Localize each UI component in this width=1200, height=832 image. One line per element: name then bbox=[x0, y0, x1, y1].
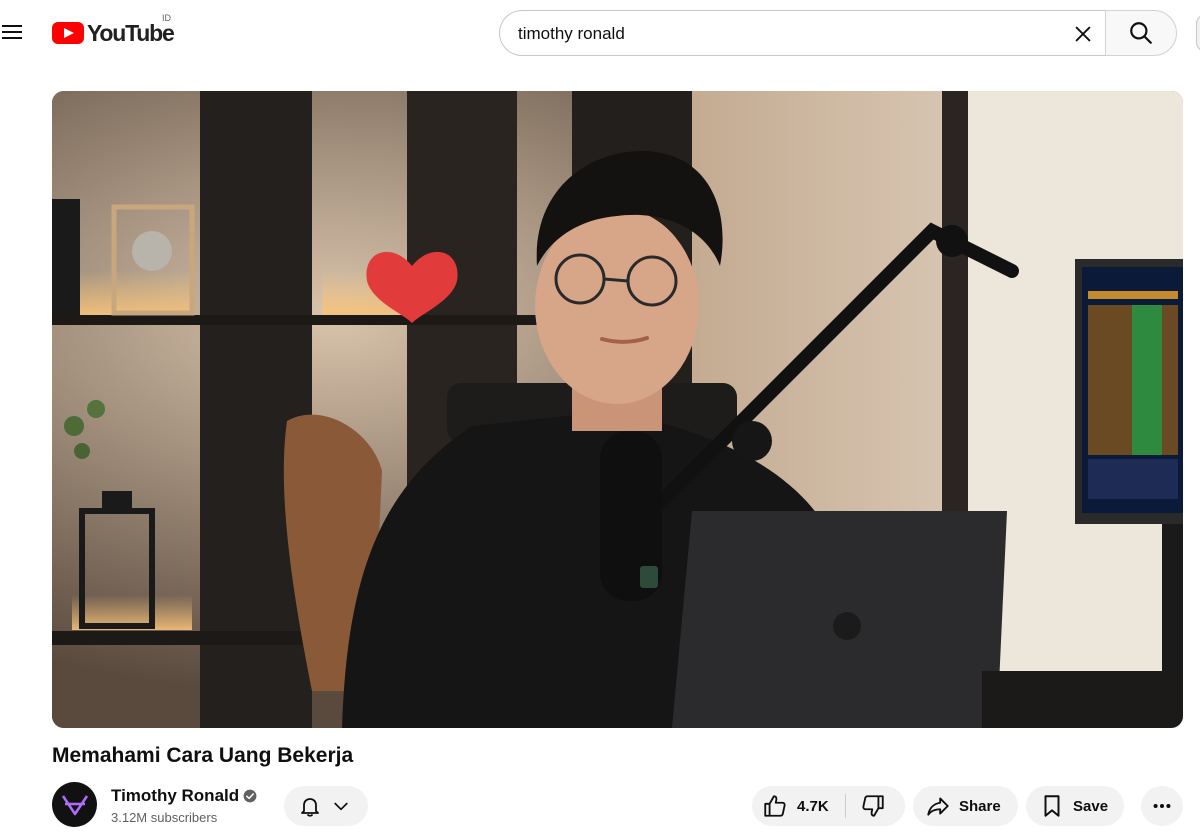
share-label: Share bbox=[959, 797, 1001, 815]
subscriber-count: 3.12M subscribers bbox=[111, 810, 218, 825]
thumb-up-icon bbox=[764, 795, 786, 817]
youtube-logo[interactable]: YouTube ID bbox=[52, 13, 175, 48]
voice-search-button[interactable] bbox=[1196, 14, 1200, 52]
channel-logo-icon bbox=[61, 794, 88, 815]
video-title: Memahami Cara Uang Bekerja bbox=[52, 744, 354, 767]
like-count: 4.7K bbox=[797, 797, 829, 815]
youtube-logo-icon bbox=[52, 22, 84, 44]
country-code: ID bbox=[162, 13, 171, 23]
video-player[interactable] bbox=[52, 91, 1183, 728]
logo-wordmark: YouTube bbox=[87, 19, 175, 46]
save-icon bbox=[1044, 795, 1060, 817]
like-button[interactable]: 4.7K bbox=[752, 786, 845, 826]
chevron-down-icon bbox=[334, 802, 348, 811]
more-actions-button[interactable] bbox=[1141, 786, 1183, 826]
dislike-button[interactable] bbox=[846, 786, 886, 826]
menu-icon[interactable] bbox=[0, 22, 24, 44]
channel-name[interactable]: Timothy Ronald bbox=[111, 786, 239, 806]
clear-search-button[interactable] bbox=[1066, 17, 1100, 51]
more-icon bbox=[1153, 803, 1171, 809]
share-icon bbox=[927, 797, 949, 816]
bell-icon bbox=[301, 798, 319, 817]
verified-icon bbox=[243, 789, 257, 803]
search-button[interactable] bbox=[1105, 10, 1177, 56]
like-dislike-group: 4.7K bbox=[752, 786, 905, 826]
clear-icon bbox=[1075, 26, 1091, 42]
search-box bbox=[499, 10, 1106, 56]
notifications-button[interactable] bbox=[284, 786, 368, 826]
search-input[interactable] bbox=[518, 23, 1048, 45]
save-button[interactable]: Save bbox=[1026, 786, 1124, 826]
search-icon bbox=[1130, 22, 1152, 44]
masthead: YouTube ID bbox=[0, 0, 1200, 64]
thumb-down-icon bbox=[862, 795, 884, 817]
save-label: Save bbox=[1073, 797, 1109, 815]
video-frame bbox=[52, 91, 1183, 728]
channel-avatar[interactable] bbox=[52, 782, 97, 827]
share-button[interactable]: Share bbox=[913, 786, 1018, 826]
